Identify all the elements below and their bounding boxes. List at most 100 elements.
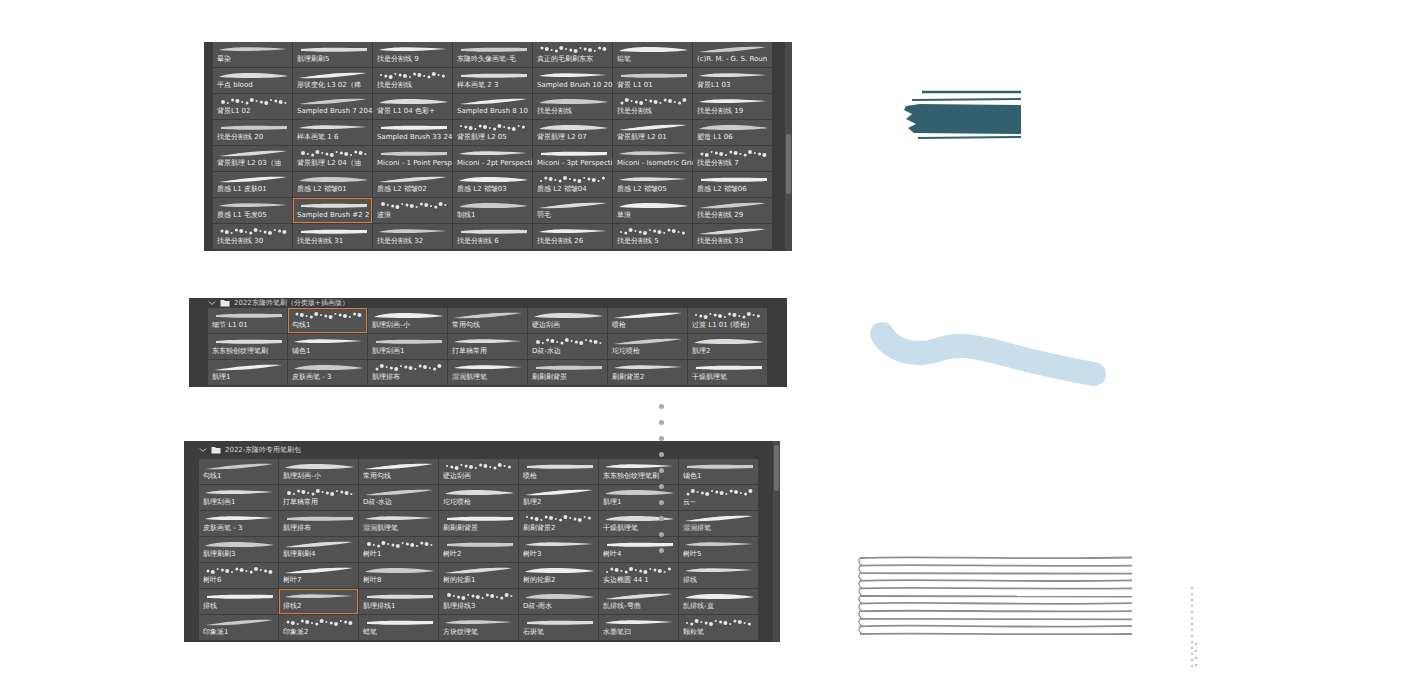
brush-cell[interactable]: 铅笔 (613, 42, 692, 67)
brush-cell[interactable]: 印象派2 (279, 615, 358, 640)
brush-cell[interactable]: 找是分割线 33 (693, 224, 772, 249)
chevron-down-icon[interactable] (199, 446, 207, 454)
scrollbar[interactable] (785, 42, 792, 251)
brush-cell[interactable]: 乱排线-直 (679, 589, 758, 614)
brush-cell[interactable]: 刷刷背景2 (608, 360, 687, 385)
brush-cell[interactable]: 树叶1 (359, 537, 438, 562)
brush-cell[interactable]: 肌理刮画-小 (368, 308, 447, 333)
brush-cell[interactable]: 铺色1 (288, 334, 367, 359)
brush-cell[interactable]: 排线 (679, 563, 758, 588)
brush-cell[interactable]: 找是分割线 5 (613, 224, 692, 249)
brush-cell[interactable]: 背景肌理 L2 05 (453, 120, 532, 145)
brush-cell[interactable]: 平点 blood (213, 68, 292, 93)
brush-cell[interactable]: 实边椭圆 44 1 (599, 563, 678, 588)
brush-cell[interactable]: 找是分割线 30 (213, 224, 292, 249)
brush-cell[interactable]: 打草稿常用 (448, 334, 527, 359)
brush-cell[interactable]: 东隆吟头像画笔-毛 (453, 42, 532, 67)
brush-cell[interactable]: 真正的毛刷刷东东 (533, 42, 612, 67)
brush-cell[interactable]: 找是分割线 (613, 94, 692, 119)
brush-cell[interactable]: Miconi - 1 Point Persp (373, 146, 452, 171)
brush-cell[interactable]: 肌理刮画1 (368, 334, 447, 359)
brush-cell[interactable]: 塑造 L1 06 (693, 120, 772, 145)
brush-cell[interactable]: D叔-水边 (359, 485, 438, 510)
brush-cell[interactable]: 质感 L2 褶皱02 (373, 172, 452, 197)
brush-cell[interactable]: Miconi - Isometric Grid (613, 146, 692, 171)
brush-cell[interactable]: 水墨笔扫 (599, 615, 678, 640)
scrollbar[interactable] (773, 441, 780, 642)
brush-cell[interactable]: 过渡 L1 01 (喷枪) (688, 308, 767, 333)
brush-cell[interactable]: 质感 L2 褶皱03 (453, 172, 532, 197)
brush-cell[interactable]: 背景 L1 04 色彩+ (373, 94, 452, 119)
brush-cell[interactable]: 质感 L2 褶皱06 (693, 172, 772, 197)
brush-cell[interactable]: 刷刷刷背景 (528, 360, 607, 385)
brush-cell[interactable]: 硬边刮画 (439, 459, 518, 484)
brush-cell[interactable]: 排线2 (279, 589, 358, 614)
brush-cell[interactable]: 树叶6 (199, 563, 278, 588)
brush-cell[interactable]: 树叶5 (679, 537, 758, 562)
brush-cell[interactable]: Sampled Brush #2 2 (293, 198, 372, 223)
brush-cell[interactable]: 质感 L1 皮肤01 (213, 172, 292, 197)
brush-cell[interactable]: 树叶8 (359, 563, 438, 588)
brush-cell[interactable]: 质感 L2 褶皱04 (533, 172, 612, 197)
brush-cell[interactable]: 肌理排线1 (359, 589, 438, 614)
brush-cell[interactable]: 找是分割线 31 (293, 224, 372, 249)
scrollbar-thumb[interactable] (786, 134, 791, 194)
brush-cell[interactable]: 肌理刮画-小 (279, 459, 358, 484)
brush-cell[interactable]: 东东独创纹理笔刷 (208, 334, 287, 359)
brush-cell[interactable]: 样本画笔 1 6 (293, 120, 372, 145)
brush-cell[interactable]: 制线1 (453, 198, 532, 223)
brush-cell[interactable]: 蜡笔 (359, 615, 438, 640)
brush-cell[interactable]: 找是分割线 (373, 68, 452, 93)
brush-cell[interactable]: Miconi - 2pt Perspecti (453, 146, 532, 171)
brush-cell[interactable]: 常用勾线 (359, 459, 438, 484)
brush-cell[interactable]: 树叶3 (519, 537, 598, 562)
scrollbar-thumb[interactable] (774, 445, 779, 491)
brush-cell[interactable]: 背景L1 03 (693, 68, 772, 93)
brush-cell[interactable]: 找是分割线 9 (373, 42, 452, 67)
brush-cell[interactable]: 刷刷刷背景 (439, 511, 518, 536)
brush-cell[interactable]: 肌理刮画1 (199, 485, 278, 510)
brush-cell[interactable]: Sampled Brush 10 20 (533, 68, 612, 93)
brush-cell[interactable]: 湿润排笔 (679, 511, 758, 536)
brush-cell[interactable]: 喷枪 (519, 459, 598, 484)
brush-cell[interactable]: 晕染 (213, 42, 292, 67)
brush-cell[interactable]: 坨坨喷枪 (439, 485, 518, 510)
brush-cell[interactable]: 树的轮廓1 (439, 563, 518, 588)
brush-cell[interactable]: 找是分割线 6 (453, 224, 532, 249)
brush-cell[interactable]: 形状变化 L3 02（稀 (293, 68, 372, 93)
brush-cell[interactable]: 波浪 (373, 198, 452, 223)
brush-cell[interactable]: 样本画笔 2 3 (453, 68, 532, 93)
brush-cell[interactable]: 干燥肌理笔 (688, 360, 767, 385)
brush-cell[interactable]: 肌理刷刷4 (279, 537, 358, 562)
brush-cell[interactable]: D叔-雨水 (519, 589, 598, 614)
brush-cell[interactable]: 东东独创纹理笔刷 (599, 459, 678, 484)
brush-cell[interactable]: (c)R. M. - G. S. Roun (693, 42, 772, 67)
brush-cell[interactable]: 找是分割线 19 (693, 94, 772, 119)
brush-cell[interactable]: 常用勾线 (448, 308, 527, 333)
brush-cell[interactable]: 背景 L1 01 (613, 68, 692, 93)
brush-cell[interactable]: 打草稿常用 (279, 485, 358, 510)
brush-cell[interactable]: 云~ (679, 485, 758, 510)
chevron-down-icon[interactable] (208, 299, 216, 307)
brush-cell[interactable]: 找是分割线 29 (693, 198, 772, 223)
brush-cell[interactable]: Sampled Brush 7 2043 (293, 94, 372, 119)
brush-cell[interactable]: 背景肌理 L2 01 (613, 120, 692, 145)
brush-cell[interactable]: 质感 L1 毛发05 (213, 198, 292, 223)
brush-cell[interactable]: 树叶4 (599, 537, 678, 562)
brush-cell[interactable]: 坨坨喷枪 (608, 334, 687, 359)
brush-cell[interactable]: 找是分割线 7 (693, 146, 772, 171)
brush-cell[interactable]: 颗粒笔 (679, 615, 758, 640)
brush-cell[interactable]: 排线 (199, 589, 278, 614)
brush-cell[interactable]: D叔-水边 (528, 334, 607, 359)
brush-cell[interactable]: 树叶7 (279, 563, 358, 588)
brush-cell[interactable]: 质感 L2 褶皱05 (613, 172, 692, 197)
brush-cell[interactable]: 肌理刷刷5 (293, 42, 372, 67)
brush-cell[interactable]: 湿润肌理笔 (359, 511, 438, 536)
brush-cell[interactable]: Miconi - 3pt Perspecti (533, 146, 612, 171)
brush-cell[interactable]: 草浪 (613, 198, 692, 223)
brush-cell[interactable]: 背景肌理 L2 03（油 (213, 146, 292, 171)
brush-cell[interactable]: 勾线1 (199, 459, 278, 484)
brush-cell[interactable]: 石斑笔 (519, 615, 598, 640)
brush-cell[interactable]: 背景肌理 L2 07 (533, 120, 612, 145)
brush-cell[interactable]: 勾线1 (288, 308, 367, 333)
